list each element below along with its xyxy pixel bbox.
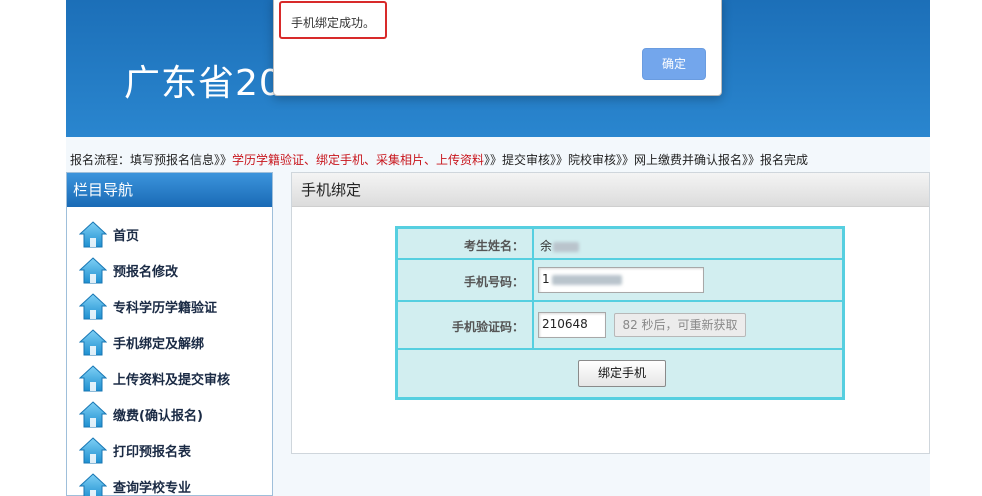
phone-value-cell: 1 xyxy=(533,259,843,301)
home-icon xyxy=(78,328,108,356)
sidebar-item-phone-binding[interactable]: 手机绑定及解绑 xyxy=(78,326,269,358)
verification-code-input[interactable]: 210648 xyxy=(538,312,606,338)
candidate-name: 余 xyxy=(540,239,553,253)
sidebar-item-print-form[interactable]: 打印预报名表 xyxy=(78,434,269,466)
sidebar-item-label: 预报名修改 xyxy=(113,264,179,280)
sidebar-item-label: 首页 xyxy=(113,228,140,244)
flow-suffix: 》》提交审核》》院校审核》》网上缴费并确认报名》》报名完成 xyxy=(484,153,809,167)
phone-binding-panel: 手机绑定 考生姓名： 余 手机号码： 1 手机验证码： 210648 82 秒后… xyxy=(291,172,930,454)
flow-current-step: 学历学籍验证、绑定手机、采集相片、上传资料 xyxy=(232,153,485,167)
name-label-cell: 考生姓名： xyxy=(397,228,533,259)
panel-title: 手机绑定 xyxy=(292,173,929,207)
flow-prefix: 报名流程：填写预报名信息》》 xyxy=(70,153,233,167)
home-icon xyxy=(78,436,108,464)
sidebar-item-label: 手机绑定及解绑 xyxy=(113,336,205,352)
ok-button[interactable]: 确定 xyxy=(642,48,706,80)
sidebar-title: 栏目导航 xyxy=(67,173,272,207)
home-icon xyxy=(78,400,108,428)
name-value-cell: 余 xyxy=(533,228,843,259)
name-label: 考生姓名： xyxy=(463,239,524,253)
watermark-icon xyxy=(7,469,41,487)
left-gutter xyxy=(0,0,66,496)
sidebar-nav: 栏目导航 首页预报名修改专科学历学籍验证 手机绑定及解绑上传资料及提交审核 缴费(确… xyxy=(66,172,273,496)
banner-title: 广东省20 xyxy=(124,63,283,104)
right-gutter xyxy=(930,0,982,496)
bind-phone-button[interactable]: 绑定手机 xyxy=(578,360,666,387)
success-dialog: 手机绑定成功。 确定 xyxy=(273,0,722,96)
registration-flow-breadcrumb: 报名流程：填写预报名信息》》学历学籍验证、绑定手机、采集相片、上传资料》》提交审… xyxy=(70,151,930,167)
watermark-logo xyxy=(6,466,146,494)
sidebar-item-label: 打印预报名表 xyxy=(113,444,192,460)
sidebar-item-label: 缴费(确认报名) xyxy=(113,408,203,424)
home-icon xyxy=(78,364,108,392)
phone-number-input[interactable]: 1 xyxy=(538,267,704,293)
sidebar-item-payment[interactable]: 缴费(确认报名) xyxy=(78,398,269,430)
resend-code-button[interactable]: 82 秒后，可重新获取 xyxy=(614,313,746,337)
redacted-name xyxy=(553,241,580,252)
code-value-cell: 210648 82 秒后，可重新获取 xyxy=(533,301,843,349)
sidebar-item-diploma-verification[interactable]: 专科学历学籍验证 xyxy=(78,290,269,322)
phone-number-value: 1 xyxy=(542,272,550,286)
redacted-phone xyxy=(551,274,622,285)
dialog-message: 手机绑定成功。 xyxy=(291,16,376,30)
submit-row-cell: 绑定手机 xyxy=(397,349,843,398)
phone-label: 手机号码： xyxy=(463,275,524,289)
sidebar-item-upload-submit[interactable]: 上传资料及提交审核 xyxy=(78,362,269,394)
phone-binding-form: 考生姓名： 余 手机号码： 1 手机验证码： 210648 82 秒后，可重新获… xyxy=(395,226,845,400)
home-icon xyxy=(78,220,108,248)
sidebar-item-label: 上传资料及提交审核 xyxy=(113,372,231,388)
code-label-cell: 手机验证码： xyxy=(397,301,533,349)
code-label: 手机验证码： xyxy=(451,320,524,334)
home-icon xyxy=(78,256,108,284)
sidebar-item-home[interactable]: 首页 xyxy=(78,218,269,250)
sidebar-item-label: 专科学历学籍验证 xyxy=(113,300,218,316)
sidebar-item-pre-registration-edit[interactable]: 预报名修改 xyxy=(78,254,269,286)
home-icon xyxy=(78,292,108,320)
phone-label-cell: 手机号码： xyxy=(397,259,533,301)
